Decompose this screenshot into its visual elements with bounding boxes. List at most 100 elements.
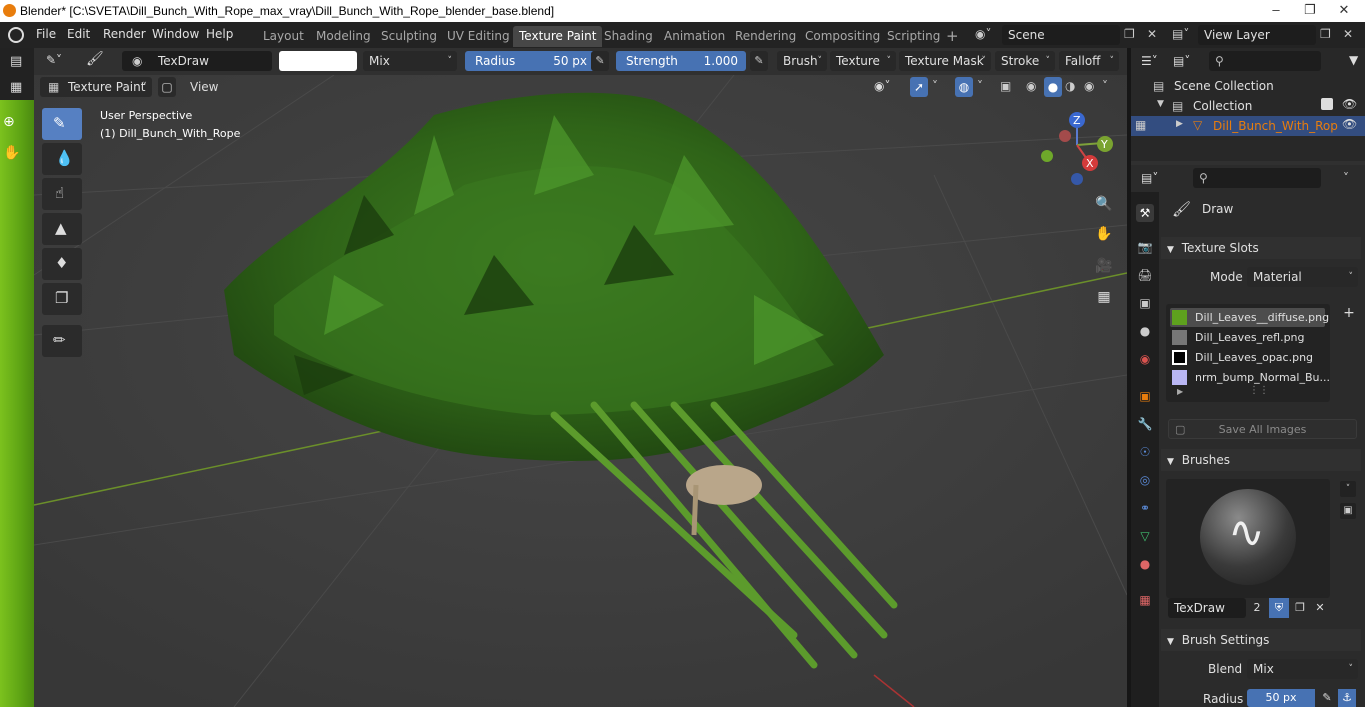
brush-menu[interactable]: Brush ˅: [777, 51, 827, 71]
wireframe-shading-icon[interactable]: ◉: [1026, 79, 1036, 93]
scene-icon[interactable]: ◉˅: [975, 27, 991, 41]
smear-tool-button[interactable]: ☝: [42, 178, 82, 210]
collection-label[interactable]: Collection: [1193, 99, 1252, 113]
new-scene-icon[interactable]: ❐: [1124, 27, 1135, 41]
slot-row-diffuse[interactable]: Dill_Leaves__diffuse.png: [1170, 308, 1329, 327]
object-expand-icon[interactable]: ▶: [1176, 119, 1183, 129]
mask-toggle-icon[interactable]: ▢: [158, 77, 176, 97]
mode-dropdown[interactable]: ▦ Texture Paint ˅: [40, 77, 152, 97]
texture-tab-icon[interactable]: ▦: [1136, 591, 1154, 609]
tool-mode-icon[interactable]: ✎˅: [46, 53, 62, 67]
brush-preview-box[interactable]: ∿: [1166, 479, 1330, 598]
output-tab-icon[interactable]: 🖨: [1136, 266, 1154, 284]
tab-scripting[interactable]: Scripting: [881, 26, 946, 47]
material-tab-icon[interactable]: ●: [1136, 555, 1154, 573]
camera-icon[interactable]: 🎥: [1091, 253, 1117, 279]
visibility-icon[interactable]: ◉˅: [874, 79, 890, 93]
strength-pressure-icon[interactable]: ✎: [750, 51, 768, 71]
fake-user-shield-icon[interactable]: ⛨: [1269, 598, 1289, 618]
add-workspace-icon[interactable]: +: [940, 26, 965, 47]
gizmo-dropdown-icon[interactable]: ˅: [932, 79, 938, 93]
brush-datablock-name[interactable]: TexDraw: [1168, 598, 1246, 618]
menu-help[interactable]: Help: [206, 27, 233, 41]
constraints-tab-icon[interactable]: ⚭: [1136, 499, 1154, 517]
editor-type-icon[interactable]: ▤: [10, 54, 22, 69]
add-slot-icon[interactable]: +: [1340, 304, 1358, 322]
radius-pressure-toggle-icon[interactable]: ✎: [1318, 689, 1336, 707]
save-all-images-button[interactable]: ▢ Save All Images: [1168, 419, 1357, 439]
slot-row-normal[interactable]: nrm_bump_Normal_Bu...: [1170, 368, 1330, 387]
tab-shading[interactable]: Shading: [598, 26, 659, 47]
navigation-gizmo[interactable]: Z Y X: [1035, 110, 1125, 190]
outliner-search[interactable]: ⚲: [1209, 51, 1321, 71]
tab-uv-editing[interactable]: UV Editing: [441, 26, 516, 47]
tab-modeling[interactable]: Modeling: [310, 26, 377, 47]
collection-visibility-icon[interactable]: 👁: [1342, 97, 1357, 111]
modifier-tab-icon[interactable]: 🔧: [1136, 415, 1154, 433]
falloff-menu[interactable]: Falloff ˅: [1059, 51, 1119, 71]
selected-object-row[interactable]: ▦ ▶ ▽ Dill_Bunch_With_Rop 👁: [1131, 116, 1365, 136]
maximize-button[interactable]: ❐: [1293, 0, 1327, 22]
gizmo-toggle-icon[interactable]: ➚: [910, 77, 928, 97]
solid-shading-icon[interactable]: ●: [1044, 77, 1062, 97]
view-layer-field[interactable]: View Layer: [1198, 25, 1316, 45]
brushes-header[interactable]: ▼ Brushes: [1161, 449, 1361, 471]
close-window-button[interactable]: ✕: [1327, 0, 1361, 22]
tab-compositing[interactable]: Compositing: [799, 26, 886, 47]
brush-settings-header[interactable]: ▼ Brush Settings: [1161, 629, 1361, 651]
view-menu[interactable]: View: [180, 77, 228, 97]
mask-tool-button[interactable]: ❐: [42, 283, 82, 315]
duplicate-brush-icon[interactable]: ❐: [1290, 598, 1310, 618]
object-tab-icon[interactable]: ▣: [1136, 387, 1154, 405]
properties-editor-icon[interactable]: ▤˅: [1141, 171, 1158, 185]
scene-field[interactable]: Scene: [1002, 25, 1120, 45]
rendered-shading-icon[interactable]: ◉: [1084, 79, 1094, 93]
menu-window[interactable]: Window: [152, 27, 199, 41]
texture-slots-header[interactable]: ▼ Texture Slots: [1161, 237, 1361, 259]
tab-layout[interactable]: Layout: [257, 26, 310, 47]
material-shading-icon[interactable]: ◑: [1065, 79, 1075, 93]
brush-name-field[interactable]: ◉ TexDraw: [122, 51, 272, 71]
texture-mask-menu[interactable]: Texture Mask ˅: [899, 51, 991, 71]
delete-scene-icon[interactable]: ✕: [1147, 27, 1157, 41]
strength-slider[interactable]: Strength 1.000: [616, 51, 746, 71]
editor-grid-icon[interactable]: ▦: [10, 80, 22, 95]
overlay-dropdown-icon[interactable]: ˅: [977, 79, 983, 93]
brush-color-swatch[interactable]: [279, 51, 357, 71]
collection-expand-icon[interactable]: ▼: [1157, 99, 1164, 109]
delete-view-layer-icon[interactable]: ✕: [1343, 27, 1353, 41]
texture-menu[interactable]: Texture ˅: [830, 51, 896, 71]
pan-icon[interactable]: ✋: [1091, 221, 1117, 247]
slot-mode-dropdown[interactable]: Material ˅: [1247, 267, 1358, 287]
blend-mode-dropdown[interactable]: Mix ˅: [363, 51, 457, 71]
view-layer-tab-icon[interactable]: ▣: [1136, 294, 1154, 312]
render-tab-icon[interactable]: 📷: [1136, 238, 1154, 256]
slot-list-resize-handle[interactable]: ⋮⋮: [1249, 385, 1269, 396]
object-visibility-icon[interactable]: 👁: [1342, 117, 1357, 131]
outliner-editor-icon[interactable]: ☰˅: [1141, 54, 1158, 68]
brush-users-count[interactable]: 2: [1247, 598, 1267, 618]
collection-checkbox[interactable]: [1321, 98, 1333, 110]
physics-tab-icon[interactable]: ◎: [1136, 471, 1154, 489]
tool-tab-icon[interactable]: ⚒: [1136, 204, 1154, 222]
slot-list-expand-icon[interactable]: ▶: [1177, 387, 1183, 396]
minimize-button[interactable]: –: [1259, 0, 1293, 22]
data-tab-icon[interactable]: ▽: [1136, 527, 1154, 545]
brush-blend-dropdown[interactable]: Mix ˅: [1247, 659, 1358, 679]
blender-menu-icon[interactable]: [8, 27, 24, 43]
zoom-add-icon[interactable]: ⊕: [3, 114, 15, 130]
shading-dropdown-icon[interactable]: ˅: [1102, 79, 1108, 93]
radius-unit-toggle-icon[interactable]: ⚓: [1338, 689, 1356, 707]
world-tab-icon[interactable]: ◉: [1136, 350, 1154, 368]
radius-slider[interactable]: Radius 50 px: [465, 51, 595, 71]
properties-options-icon[interactable]: ˅: [1343, 171, 1349, 185]
clone-tool-button[interactable]: ▲: [42, 213, 82, 245]
new-view-layer-icon[interactable]: ❐: [1320, 27, 1331, 41]
pan-hand-icon[interactable]: ✋: [3, 145, 20, 161]
perspective-toggle-icon[interactable]: ▦: [1091, 284, 1117, 310]
view-layer-icon[interactable]: ▤˅: [1172, 27, 1189, 41]
brush-image-icon[interactable]: ▣: [1340, 503, 1356, 519]
brush-radius-slider[interactable]: 50 px: [1247, 689, 1315, 707]
scene-tab-icon[interactable]: ●: [1136, 322, 1154, 340]
draw-tool-button[interactable]: ✎: [42, 108, 82, 140]
